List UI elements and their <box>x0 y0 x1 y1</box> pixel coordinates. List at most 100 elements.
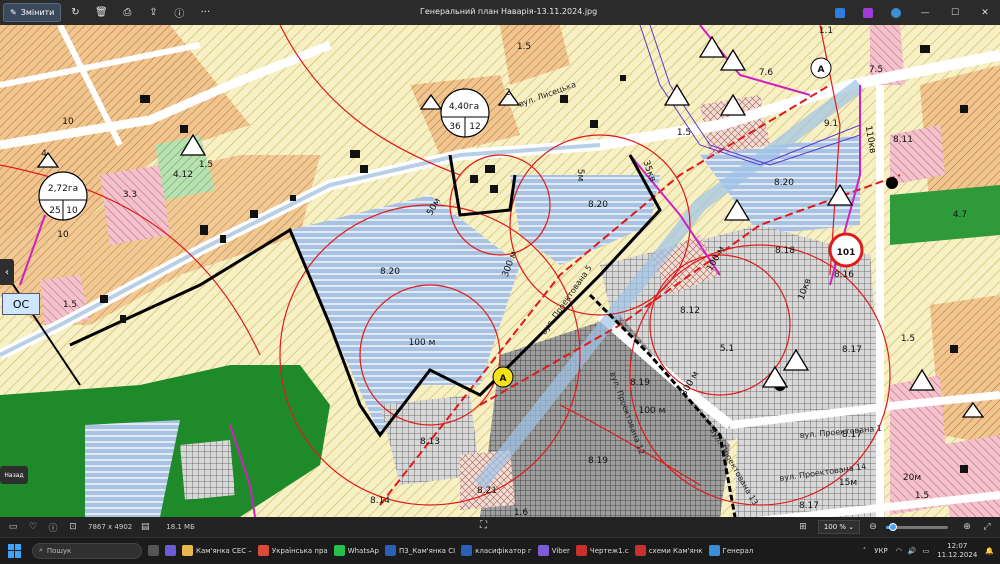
notification-bell-icon[interactable]: 🔔 <box>985 547 994 555</box>
map-area-label: 8.21 <box>477 486 497 496</box>
map-area-label: 25 <box>49 206 60 216</box>
taskbar: ⌕ Пошук Кам'янка СЕС – Українська пра What… <box>0 537 1000 563</box>
master-plan-map: 1.5 4,40га 36 12 2,72га 25 10 3.3 4.12 1.5 8.20 8.2… <box>0 25 1000 517</box>
more-icon: ··· <box>200 7 211 18</box>
back-button[interactable]: Назад <box>0 466 28 484</box>
taskbar-app-label: Українська пра <box>271 546 328 555</box>
parcel-circle <box>38 171 88 221</box>
language-indicator[interactable]: УКР <box>874 547 887 555</box>
taskbar-search[interactable]: ⌕ Пошук <box>32 542 142 559</box>
map-area-label: 1.5 <box>199 160 213 170</box>
wifi-icon[interactable]: ◠ <box>896 547 902 555</box>
zoom-controls: ⊞ 100 % ⌄ ⊖ ⊕ ⤢ <box>790 517 1000 537</box>
status-bar: ▭ ♡ ⓘ ⊡ 7867 x 4902 ▤ 18.1 МБ ⛶ ⊞ 100 % … <box>0 517 1000 537</box>
taskbar-app-item[interactable]: Кам'янка СЕС – <box>182 540 252 562</box>
start-button[interactable] <box>8 543 22 558</box>
map-area-label: 100 м <box>409 338 436 348</box>
map-area-label: 8.17 <box>842 345 862 355</box>
map-area-label: 10 <box>66 206 78 216</box>
previous-image-button[interactable]: ‹ <box>0 259 14 285</box>
app-icon <box>384 545 396 556</box>
zoom-slider[interactable] <box>886 522 948 531</box>
fullscreen-icon[interactable]: ⤢ <box>980 522 994 532</box>
map-area-label: 7.5 <box>869 65 883 75</box>
info-icon[interactable]: ⓘ <box>46 521 60 534</box>
zoom-value: 100 % <box>823 523 847 531</box>
pole-icon <box>886 177 898 189</box>
taskbar-app-item[interactable]: Чертеж1.c <box>575 540 629 562</box>
close-button[interactable]: ✕ <box>970 8 1000 18</box>
taskbar-app-item[interactable]: Генерал <box>708 540 754 562</box>
maximize-button[interactable]: ☐ <box>940 8 970 18</box>
map-area-label: 5.1 <box>720 344 734 354</box>
minimize-button[interactable]: — <box>910 8 940 18</box>
rotate-button[interactable]: ↻ <box>63 0 87 25</box>
edit-button[interactable]: ✎ Змінити <box>3 3 62 22</box>
map-area-label: 7.6 <box>759 68 774 78</box>
parcel-circle <box>440 88 490 138</box>
search-icon: ⌕ <box>39 546 43 554</box>
edit-app-icon[interactable] <box>835 7 845 18</box>
taskbar-app-label: Чертеж1.c <box>589 546 629 555</box>
map-area-label: 12 <box>469 122 480 132</box>
map-area-label: 8.12 <box>680 306 700 316</box>
search-placeholder: Пошук <box>46 546 72 555</box>
volume-icon[interactable]: 🔊 <box>908 547 917 555</box>
taskbar-app-label: Viber <box>551 546 570 555</box>
map-area-label: 8.14 <box>370 496 390 506</box>
taskbar-app-item[interactable]: схеми Кам'янк <box>634 540 703 562</box>
marker-a-label: A <box>500 374 507 384</box>
heart-icon[interactable]: ♡ <box>26 522 40 532</box>
chevron-left-icon: ‹ <box>5 266 9 278</box>
share-icon: ⇪ <box>149 7 158 18</box>
taskbar-app-item[interactable]: Українська пра <box>257 540 328 562</box>
onedrive-icon[interactable] <box>891 7 901 18</box>
more-button[interactable]: ··· <box>193 0 217 25</box>
file-size: 18.1 МБ <box>166 523 195 531</box>
app-icon <box>333 545 345 556</box>
os-label: ОС <box>2 293 40 315</box>
map-area-label: 1.5 <box>517 42 531 52</box>
zoom-in-icon[interactable]: ⊕ <box>960 522 974 532</box>
teams-icon <box>165 545 176 556</box>
app-icon <box>257 545 269 556</box>
taskbar-app-label: Генерал <box>722 546 754 555</box>
zoom-dropdown[interactable]: 100 % ⌄ <box>818 520 860 534</box>
taskbar-app-item[interactable]: класифікатор г <box>461 540 532 562</box>
delete-button[interactable]: 🗑 <box>89 0 113 25</box>
map-area-label: 100 м <box>639 406 666 416</box>
zoom-slider-thumb[interactable] <box>889 522 898 531</box>
taskbar-app-item[interactable]: WhatsAp <box>333 540 379 562</box>
clipchamp-icon[interactable] <box>863 7 873 18</box>
edit-icon: ✎ <box>10 8 17 17</box>
filmstrip-icon[interactable]: ▭ <box>6 522 20 532</box>
image-viewport[interactable]: 1.5 4,40га 36 12 2,72га 25 10 3.3 4.12 1.5 8.20 8.2… <box>0 25 1000 517</box>
chevron-up-icon[interactable]: ˄ <box>863 547 867 555</box>
marker-a-label: A <box>818 65 825 75</box>
battery-icon[interactable]: ▭ <box>923 547 930 555</box>
app-icon <box>575 545 587 556</box>
map-area-label: 20м <box>903 473 921 483</box>
actual-size-icon[interactable]: ⊞ <box>796 522 810 532</box>
task-view-button[interactable] <box>148 540 159 562</box>
app-icon <box>634 545 646 556</box>
map-area-label: 2,72га <box>48 184 78 194</box>
taskbar-app-label: Кам'янка СЕС – <box>196 546 252 555</box>
map-area-label: 2 <box>505 88 511 98</box>
print-button[interactable]: ⎙ <box>115 0 139 25</box>
map-area-label: 101 <box>837 248 856 258</box>
share-button[interactable]: ⇪ <box>141 0 165 25</box>
clock[interactable]: 12:07 11.12.2024 <box>937 542 977 560</box>
teams-button[interactable] <box>165 540 176 562</box>
taskbar-app-label: схеми Кам'янк <box>648 546 703 555</box>
map-area-label: 8.20 <box>774 178 794 188</box>
map-area-label: 4,40га <box>449 102 479 112</box>
taskbar-app-item[interactable]: Viber <box>537 540 570 562</box>
zoom-out-icon[interactable]: ⊖ <box>866 522 880 532</box>
map-area-label: 4 <box>41 149 47 159</box>
taskbar-app-item[interactable]: П3_Кам'янка СІ <box>384 540 455 562</box>
info-button[interactable]: ⓘ <box>167 0 191 25</box>
map-area-label: 9.1 <box>824 119 838 129</box>
fit-to-window-icon[interactable]: ⛶ <box>480 520 487 531</box>
map-area-label: 1.5 <box>915 491 929 501</box>
